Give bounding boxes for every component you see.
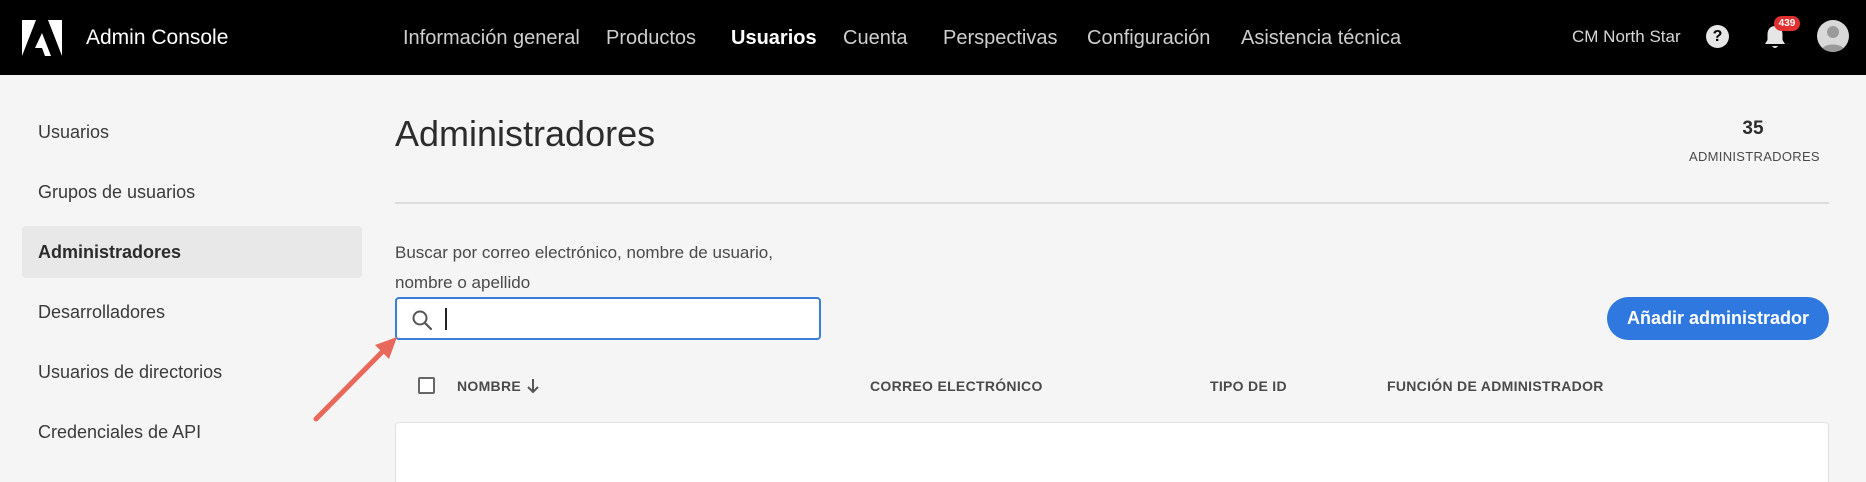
notifications-badge: 439: [1774, 16, 1800, 31]
search-input[interactable]: [443, 305, 813, 333]
add-admin-button[interactable]: Añadir administrador: [1607, 297, 1829, 340]
column-header-nombre[interactable]: NOMBRE: [457, 377, 521, 395]
app-title[interactable]: Admin Console: [86, 25, 228, 51]
sidebar-item-administradores[interactable]: Administradores: [22, 226, 362, 278]
nav-item-asistencia-tecnica[interactable]: Asistencia técnica: [1241, 25, 1401, 51]
search-icon: [412, 310, 433, 331]
nav-item-usuarios[interactable]: Usuarios: [731, 25, 817, 51]
search-label: Buscar por correo electrónico, nombre de…: [395, 243, 773, 292]
column-header-funcion-de-administrador: FUNCIÓN DE ADMINISTRADOR: [1387, 378, 1604, 394]
search-box[interactable]: [395, 297, 821, 340]
nav-item-informacion-general[interactable]: Información general: [403, 25, 580, 51]
nav-item-configuracion[interactable]: Configuración: [1087, 25, 1210, 51]
annotation-arrow-icon: [313, 337, 397, 422]
help-icon[interactable]: ?: [1706, 25, 1729, 48]
admin-table-body: [395, 422, 1829, 482]
nav-item-productos[interactable]: Productos: [606, 25, 696, 51]
select-all-checkbox[interactable]: [418, 377, 435, 394]
nav-item-perspectivas[interactable]: Perspectivas: [943, 25, 1058, 51]
avatar[interactable]: [1817, 20, 1849, 52]
header-divider: [395, 202, 1829, 204]
adobe-logo-icon[interactable]: [22, 20, 62, 56]
user-avatar-icon: [1821, 26, 1845, 52]
sidebar-item-usuarios[interactable]: Usuarios: [22, 106, 362, 158]
column-header-correo-electronico: CORREO ELECTRÓNICO: [870, 378, 1043, 394]
top-navigation-bar: Admin Console Información general Produc…: [0, 0, 1866, 75]
sidebar-item-grupos-de-usuarios[interactable]: Grupos de usuarios: [22, 166, 362, 218]
page-title: Administradores: [395, 113, 656, 154]
column-header-tipo-de-id: TIPO DE ID: [1210, 378, 1287, 394]
nav-item-cuenta[interactable]: Cuenta: [843, 25, 908, 51]
org-switcher[interactable]: CM North Star: [1572, 26, 1681, 48]
sort-descending-arrow-icon[interactable]: [526, 377, 540, 395]
text-cursor: [445, 308, 447, 330]
admin-count-label: ADMINISTRADORES: [1689, 149, 1820, 164]
admin-count-value: 35: [1742, 118, 1764, 139]
